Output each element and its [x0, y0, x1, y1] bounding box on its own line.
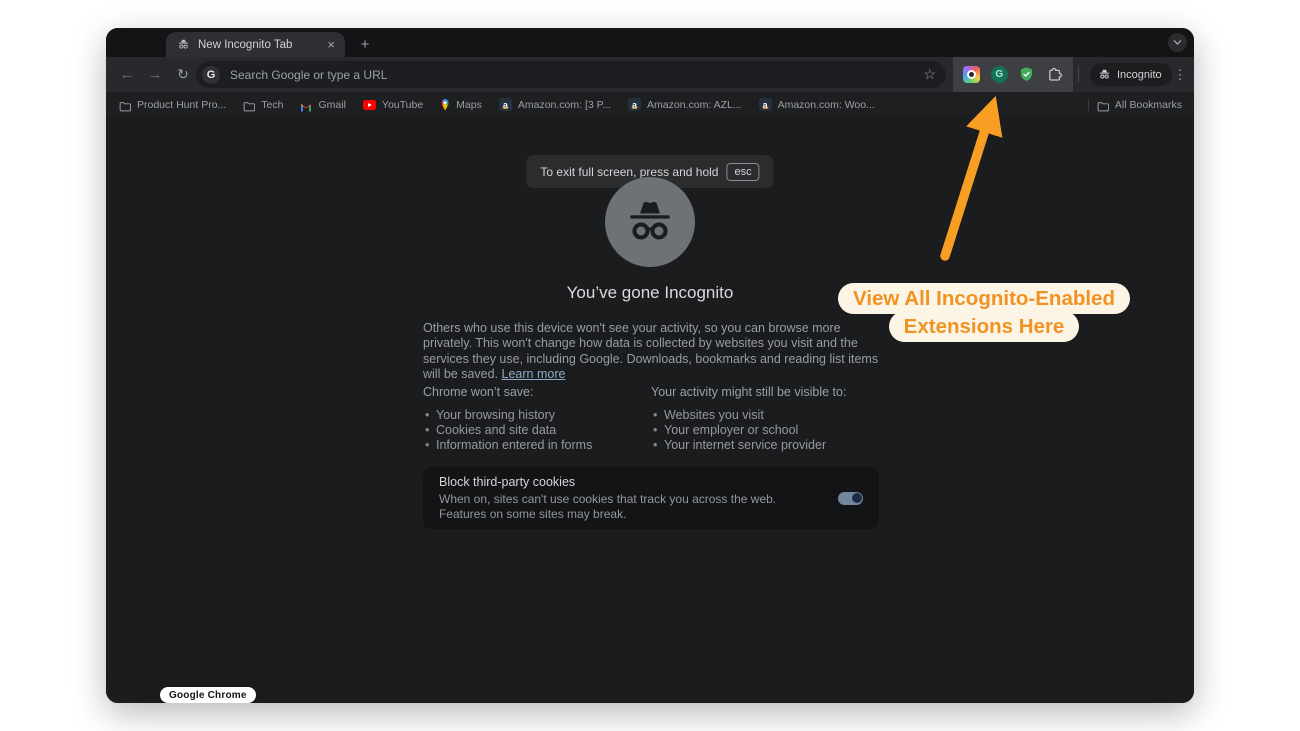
folder-icon: [1097, 99, 1110, 111]
address-bar[interactable]: G Search Google or type a URL ☆: [196, 61, 946, 88]
block-cookies-toggle[interactable]: [838, 491, 863, 505]
amazon-icon: a: [498, 98, 512, 111]
all-bookmarks-label: All Bookmarks: [1114, 98, 1182, 111]
google-g-icon: G: [202, 65, 220, 84]
incognito-badge-label: Incognito: [1117, 68, 1162, 81]
bookmark-label: Gmail: [318, 98, 346, 111]
address-bar-placeholder: Search Google or type a URL: [230, 67, 388, 82]
visible-to-list: Websites you visit Your employer or scho…: [651, 408, 879, 454]
visible-to-heading: Your activity might still be visible to:: [651, 385, 847, 399]
toolbar: ← → ↻ G Search Google or type a URL ☆ G: [106, 57, 1194, 92]
back-button[interactable]: ←: [114, 57, 140, 92]
list-item: Your internet service provider: [651, 438, 879, 453]
bookmark-tech[interactable]: Tech: [243, 99, 283, 111]
chevron-down-icon: [1173, 40, 1182, 46]
all-bookmarks-button[interactable]: All Bookmarks: [1097, 99, 1182, 111]
bookmark-youtube[interactable]: YouTube: [362, 98, 424, 111]
bookmark-gmail[interactable]: Gmail: [300, 98, 346, 111]
maps-pin-icon: [441, 98, 449, 111]
bookmarks-right-group: All Bookmarks: [1087, 98, 1194, 111]
gmail-icon: [300, 99, 312, 111]
fullscreen-toast-text: To exit full screen, press and hold: [540, 164, 719, 179]
incognito-badge-icon: [1099, 69, 1110, 79]
list-item: Cookies and site data: [423, 423, 651, 438]
incognito-page: To exit full screen, press and hold esc …: [106, 117, 1194, 703]
bookmarks-separator: [1087, 98, 1089, 111]
incognito-favicon-icon: [178, 39, 189, 49]
bookmark-amazon-1[interactable]: a Amazon.com: [3 P...: [498, 98, 612, 111]
bookmark-amazon-3[interactable]: a Amazon.com: Woo...: [758, 98, 875, 111]
visible-to-column: Your activity might still be visible to:…: [651, 385, 879, 454]
shield-extension-icon[interactable]: [1018, 66, 1035, 83]
amazon-icon: a: [628, 98, 642, 111]
folder-icon: [243, 99, 256, 111]
screenshot-stage: New Incognito Tab × + ← → ↻ G Search Goo…: [0, 0, 1300, 731]
bookmarks-left-group: Product Hunt Pro... Tech Gmail YouTube M…: [106, 98, 1088, 111]
list-item: Your browsing history: [423, 408, 651, 423]
color-wheel-extension-icon[interactable]: [963, 66, 981, 83]
browser-menu-button[interactable]: ⋮: [1168, 57, 1192, 92]
browser-window: New Incognito Tab × + ← → ↻ G Search Goo…: [106, 28, 1194, 703]
annotation-line-1: View All Incognito-Enabled: [838, 283, 1130, 314]
wont-save-column: Chrome won’t save: Your browsing history…: [423, 385, 651, 454]
grammarly-extension-icon[interactable]: G: [990, 66, 1008, 83]
incognito-spy-icon: [630, 201, 670, 240]
cookie-card-title: Block third-party cookies: [439, 475, 576, 489]
block-cookies-card: Block third-party cookies When on, sites…: [423, 467, 879, 529]
google-chrome-badge-label: Google Chrome: [169, 689, 247, 701]
cookie-card-description: When on, sites can't use cookies that tr…: [439, 492, 777, 521]
list-item: Websites you visit: [651, 408, 879, 423]
esc-key-badge: esc: [726, 162, 760, 181]
tab-title: New Incognito Tab: [198, 38, 293, 51]
bookmark-label: Amazon.com: AZL...: [647, 98, 742, 111]
list-item: Your employer or school: [651, 423, 879, 438]
amazon-icon: a: [758, 98, 772, 111]
google-chrome-badge: Google Chrome: [160, 687, 256, 703]
wont-save-list: Your browsing history Cookies and site d…: [423, 408, 651, 454]
annotation-callout: View All Incognito-Enabled Extensions He…: [810, 283, 1158, 342]
window-chevron-button[interactable]: [1168, 33, 1187, 52]
bookmark-product-hunt[interactable]: Product Hunt Pro...: [119, 99, 226, 111]
incognito-logo: [605, 177, 695, 267]
bookmarks-bar: Product Hunt Pro... Tech Gmail YouTube M…: [106, 92, 1194, 117]
bookmark-label: Maps: [456, 98, 482, 111]
bookmark-amazon-2[interactable]: a Amazon.com: AZL...: [628, 98, 742, 111]
extensions-puzzle-icon[interactable]: [1046, 66, 1063, 83]
tab-close-icon[interactable]: ×: [325, 38, 337, 51]
bookmark-label: Amazon.com: [3 P...: [517, 98, 612, 111]
bookmark-star-icon[interactable]: ☆: [923, 66, 936, 83]
cookie-card-text: Block third-party cookies When on, sites…: [439, 475, 838, 521]
bookmark-label: YouTube: [381, 98, 424, 111]
bookmark-label: Tech: [261, 98, 284, 111]
extensions-toolbar-area: G: [953, 57, 1073, 92]
incognito-badge: Incognito: [1090, 63, 1172, 86]
tab-new-incognito[interactable]: New Incognito Tab ×: [166, 32, 345, 57]
bookmark-label: Amazon.com: Woo...: [777, 98, 875, 111]
tab-strip: New Incognito Tab × +: [106, 28, 1194, 57]
list-item: Information entered in forms: [423, 438, 651, 453]
wont-save-heading: Chrome won’t save:: [423, 385, 534, 399]
learn-more-link[interactable]: Learn more: [502, 367, 566, 381]
bookmark-maps[interactable]: Maps: [440, 98, 482, 111]
bookmark-label: Product Hunt Pro...: [137, 98, 227, 111]
info-columns: Chrome won’t save: Your browsing history…: [423, 385, 879, 454]
annotation-line-2: Extensions Here: [888, 311, 1080, 342]
forward-button[interactable]: →: [142, 57, 168, 92]
reload-button[interactable]: ↻: [170, 57, 196, 92]
new-tab-button[interactable]: +: [355, 34, 375, 54]
toolbar-separator: [1078, 67, 1079, 82]
youtube-icon: [362, 100, 376, 110]
folder-icon: [119, 99, 132, 111]
